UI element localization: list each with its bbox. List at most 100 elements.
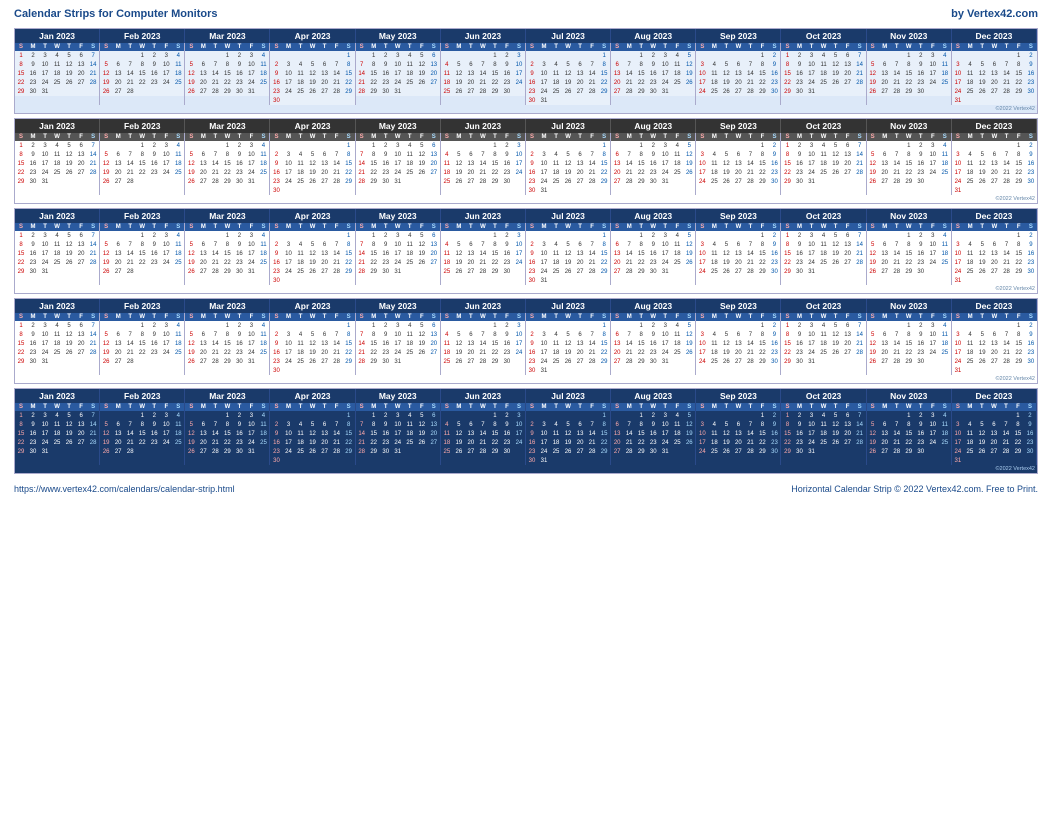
day-cell: 3 <box>538 150 550 159</box>
day-cell: 21 <box>209 258 221 267</box>
day-cell: 30 <box>233 357 245 366</box>
day-cell: 16 <box>1025 159 1037 168</box>
month-calendar: SMTWTFS123456789101112131415161718192021… <box>952 223 1037 285</box>
day-cell: 1 <box>1013 321 1025 330</box>
day-label: S <box>598 223 610 231</box>
day-label: W <box>732 403 744 411</box>
day-cell: 16 <box>27 339 39 348</box>
day-cell: 3 <box>806 141 818 150</box>
day-cell: 11 <box>550 249 562 258</box>
day-cell: 10 <box>952 69 964 78</box>
day-cell: 12 <box>562 69 574 78</box>
day-cell: 27 <box>197 177 209 186</box>
day-cell: 17 <box>513 429 525 438</box>
day-cell: 18 <box>404 429 416 438</box>
day-label: T <box>976 43 988 51</box>
day-cell: 9 <box>1025 240 1037 249</box>
day-label: T <box>659 133 671 141</box>
day-cell-empty <box>331 231 343 240</box>
day-cell: 13 <box>879 429 891 438</box>
day-cell: 9 <box>915 150 927 159</box>
day-cell: 13 <box>988 429 1000 438</box>
month-calendar: SMTWTFS123456789101112131415161718192021… <box>696 403 781 465</box>
day-cell: 3 <box>952 240 964 249</box>
day-cell: 6 <box>319 240 331 249</box>
day-cell: 17 <box>806 339 818 348</box>
day-cell: 31 <box>392 87 404 96</box>
day-label: W <box>477 43 489 51</box>
day-cell: 18 <box>818 429 830 438</box>
day-label: T <box>380 133 392 141</box>
day-cell: 7 <box>891 420 903 429</box>
day-cell: 15 <box>489 429 501 438</box>
day-label: S <box>343 313 355 321</box>
day-cell: 25 <box>939 258 951 267</box>
day-cell-empty <box>586 411 598 420</box>
day-cell-empty <box>197 51 209 60</box>
day-cell: 23 <box>915 438 927 447</box>
day-cell-empty <box>586 321 598 330</box>
day-label: T <box>404 223 416 231</box>
day-cell: 29 <box>1013 177 1025 186</box>
day-cell: 28 <box>586 267 598 276</box>
day-label: T <box>148 313 160 321</box>
month-calendar: SMTWTFS123456789101112131415161718192021… <box>185 133 270 195</box>
month-calendar: SMTWTFS123456789101112131415161718192021… <box>867 403 952 465</box>
day-cell: 25 <box>671 438 683 447</box>
day-label: F <box>756 133 768 141</box>
day-cell: 31 <box>538 366 550 375</box>
day-label: M <box>197 43 209 51</box>
day-cell-empty <box>270 141 282 150</box>
day-cell: 16 <box>501 69 513 78</box>
day-cell: 2 <box>768 51 780 60</box>
day-label: S <box>343 223 355 231</box>
day-cell: 3 <box>927 231 939 240</box>
day-cell: 25 <box>295 447 307 456</box>
day-cell-empty <box>209 321 221 330</box>
day-cell-empty <box>356 51 368 60</box>
day-cell: 7 <box>124 240 136 249</box>
day-cell: 21 <box>1000 258 1012 267</box>
day-cell: 14 <box>87 420 99 429</box>
day-cell: 6 <box>197 330 209 339</box>
day-label: M <box>112 403 124 411</box>
day-cell: 10 <box>392 420 404 429</box>
day-cell: 20 <box>319 258 331 267</box>
day-cell: 20 <box>842 429 854 438</box>
day-cell: 7 <box>477 420 489 429</box>
day-cell: 8 <box>598 420 610 429</box>
day-cell: 27 <box>75 78 87 87</box>
day-cell: 18 <box>404 339 416 348</box>
day-cell: 13 <box>428 420 440 429</box>
day-label: S <box>87 223 99 231</box>
day-cell: 22 <box>903 258 915 267</box>
day-cell: 28 <box>331 87 343 96</box>
day-cell: 29 <box>15 267 27 276</box>
day-cell: 18 <box>671 249 683 258</box>
day-cell: 1 <box>781 321 793 330</box>
day-label: S <box>952 223 964 231</box>
day-cell: 28 <box>209 447 221 456</box>
day-cell: 23 <box>768 438 780 447</box>
day-cell: 21 <box>891 168 903 177</box>
day-cell: 27 <box>465 447 477 456</box>
day-cell: 18 <box>172 249 184 258</box>
day-cell: 10 <box>927 330 939 339</box>
day-cell: 29 <box>635 267 647 276</box>
day-cell: 16 <box>526 78 538 87</box>
day-cell: 1 <box>368 321 380 330</box>
day-cell-empty <box>356 411 368 420</box>
day-cell: 10 <box>160 240 172 249</box>
day-cell: 18 <box>404 159 416 168</box>
day-cell: 9 <box>794 150 806 159</box>
day-label: T <box>915 43 927 51</box>
day-cell: 1 <box>756 51 768 60</box>
day-label: S <box>867 313 879 321</box>
day-cell: 12 <box>683 240 695 249</box>
day-cell: 18 <box>964 168 976 177</box>
day-cell: 28 <box>623 267 635 276</box>
day-label: T <box>891 223 903 231</box>
day-cell: 17 <box>513 159 525 168</box>
day-cell: 20 <box>319 348 331 357</box>
day-cell: 14 <box>744 339 756 348</box>
